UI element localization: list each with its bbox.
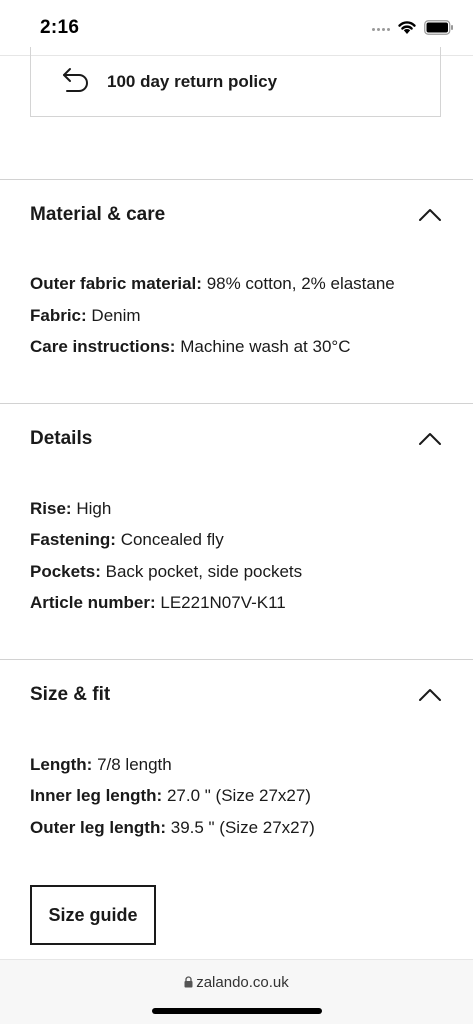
attribute-key: Rise: (30, 499, 72, 518)
attribute-inner-leg-length: Inner leg length: 27.0 " (Size 27x27) (30, 786, 311, 806)
attribute-pockets: Pockets: Back pocket, side pockets (30, 562, 302, 582)
section-title-details: Details (30, 428, 93, 449)
wifi-icon (398, 21, 416, 34)
attribute-value: Concealed fly (120, 530, 224, 549)
attribute-value: High (76, 499, 112, 518)
attribute-value: Machine wash at 30°C (180, 337, 351, 356)
attribute-value: 39.5 " (Size 27x27) (170, 818, 315, 837)
attribute-key: Outer fabric material: (30, 274, 202, 293)
url-text: zalando.co.uk (196, 974, 289, 991)
cellular-signal-icon (372, 28, 392, 34)
attribute-value: 98% cotton, 2% elastane (206, 274, 395, 293)
section-divider (0, 403, 473, 404)
attribute-key: Outer leg length: (30, 818, 166, 837)
attribute-key: Fastening: (30, 530, 116, 549)
attribute-value: 7/8 length (97, 755, 172, 774)
attribute-value: Denim (91, 306, 141, 325)
attribute-care-instructions: Care instructions: Machine wash at 30°C (30, 337, 351, 357)
size-guide-button[interactable]: Size guide (30, 885, 156, 945)
attribute-value: Back pocket, side pockets (105, 562, 303, 581)
attribute-outer-fabric: Outer fabric material: 98% cotton, 2% el… (30, 274, 395, 294)
return-arrow-icon (63, 68, 88, 92)
section-title-material-care: Material & care (30, 204, 166, 225)
return-policy-box: 100 day return policy (30, 47, 441, 117)
lock-icon (184, 976, 193, 988)
attribute-key: Care instructions: (30, 337, 176, 356)
chevron-up-icon[interactable] (418, 208, 442, 222)
attribute-key: Length: (30, 755, 93, 774)
address-bar[interactable]: zalando.co.uk (0, 974, 473, 992)
attribute-fastening: Fastening: Concealed fly (30, 530, 224, 550)
attribute-outer-leg-length: Outer leg length: 39.5 " (Size 27x27) (30, 818, 315, 838)
attribute-rise: Rise: High (30, 499, 111, 519)
attribute-value: 27.0 " (Size 27x27) (166, 786, 311, 805)
attribute-length: Length: 7/8 length (30, 755, 172, 775)
battery-icon (424, 20, 453, 35)
attribute-key: Inner leg length: (30, 786, 163, 805)
section-divider (0, 659, 473, 660)
chevron-up-icon[interactable] (418, 688, 442, 702)
section-title-size-fit: Size & fit (30, 684, 111, 705)
section-divider (0, 179, 473, 180)
attribute-key: Fabric: (30, 306, 87, 325)
attribute-value: LE221N07V-K11 (160, 593, 286, 612)
status-time: 2:16 (40, 17, 80, 38)
return-policy-label: 100 day return policy (107, 72, 278, 91)
attribute-key: Article number: (30, 593, 156, 612)
chevron-up-icon[interactable] (418, 432, 442, 446)
home-indicator[interactable] (152, 1008, 322, 1014)
browser-bottom-bar: zalando.co.uk (0, 959, 473, 1024)
attribute-fabric: Fabric: Denim (30, 306, 141, 326)
attribute-article-number: Article number: LE221N07V-K11 (30, 593, 286, 613)
attribute-key: Pockets: (30, 562, 101, 581)
